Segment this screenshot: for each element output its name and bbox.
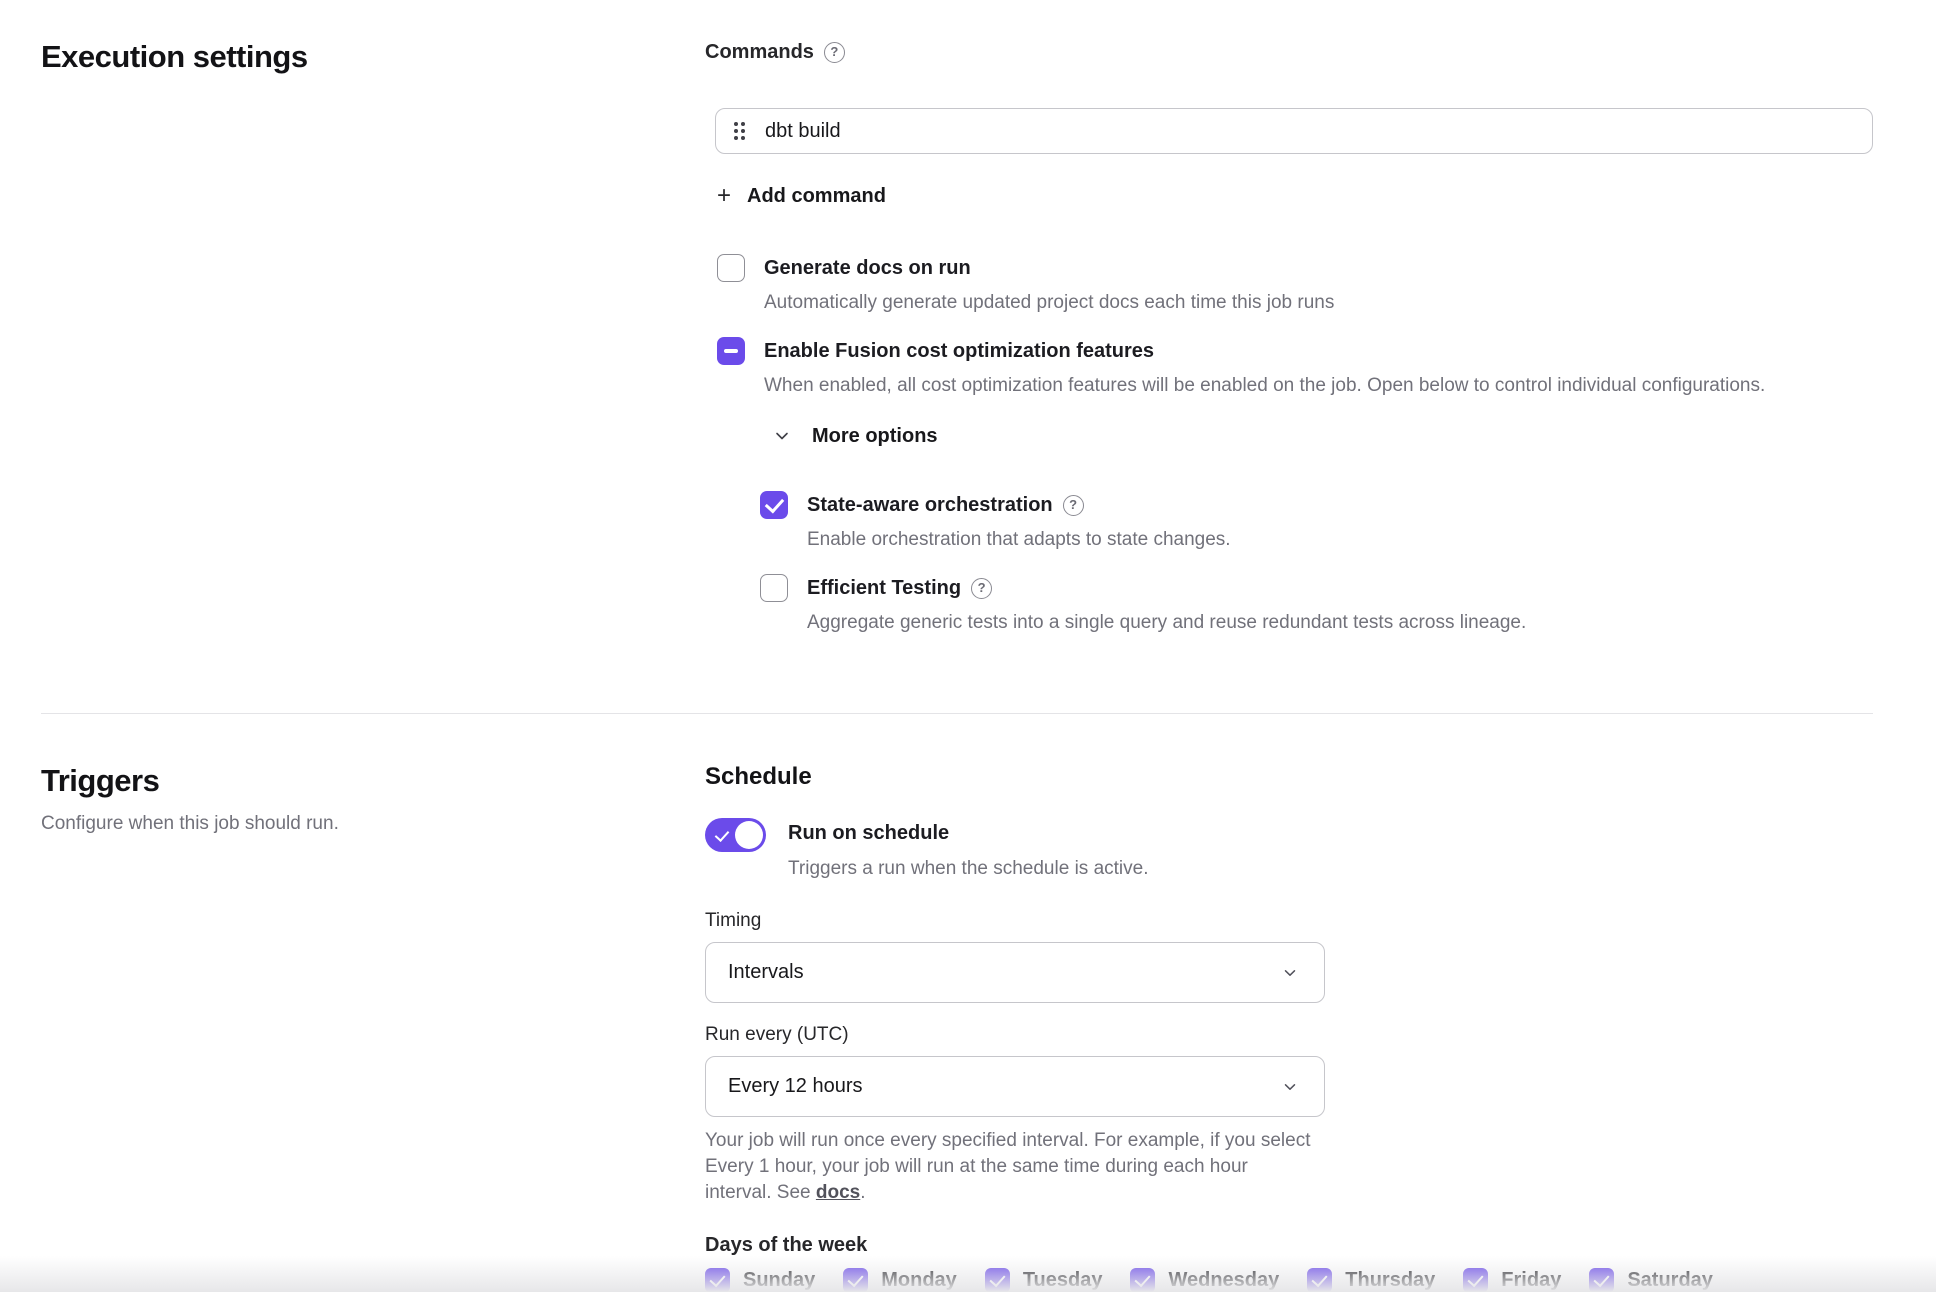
triggers-content: Schedule Run on schedule Triggers a run … [705,762,1873,1292]
section-divider [41,713,1873,714]
day-item-tuesday: Tuesday [985,1268,1103,1292]
fusion-cost-label[interactable]: Enable Fusion cost optimization features [764,337,1154,365]
day-item-monday: Monday [843,1268,957,1292]
docs-link[interactable]: docs [816,1182,860,1203]
more-options-list: State-aware orchestration Enable orchest… [760,491,1873,635]
sunday-label[interactable]: Sunday [743,1269,815,1292]
add-command-label: Add command [747,182,886,210]
state-aware-label[interactable]: State-aware orchestration [807,491,1053,519]
triggers-section: Triggers Configure when this job should … [41,762,1873,1292]
fusion-sub-options: More options State-aware orchestration [760,422,1873,635]
run-every-select[interactable]: Every 12 hours [705,1056,1325,1117]
run-on-schedule-toggle[interactable] [705,818,766,852]
day-item-friday: Friday [1463,1268,1561,1292]
option-state-aware: State-aware orchestration Enable orchest… [760,491,1873,552]
run-every-label: Run every (UTC) [705,1023,1873,1047]
wednesday-checkbox[interactable] [1130,1268,1155,1292]
friday-label[interactable]: Friday [1501,1269,1561,1292]
timing-select[interactable]: Intervals [705,942,1325,1003]
help-icon[interactable] [1063,495,1084,516]
triggers-left: Triggers Configure when this job should … [41,762,705,1292]
timing-value: Intervals [728,961,804,984]
help-icon[interactable] [971,578,992,599]
more-options-expander[interactable]: More options [760,422,1873,450]
generate-docs-checkbox[interactable] [717,254,745,282]
tuesday-checkbox[interactable] [985,1268,1010,1292]
days-of-week-row: Sunday Monday Tuesday Wednesday Thursday [705,1268,1873,1292]
chevron-down-icon [773,427,791,445]
plus-icon [717,184,731,208]
day-item-saturday: Saturday [1589,1268,1713,1292]
state-aware-checkbox[interactable] [760,491,788,519]
run-on-schedule-label[interactable]: Run on schedule [788,818,1148,848]
execution-options-list: Generate docs on run Automatically gener… [705,254,1873,635]
schedule-heading: Schedule [705,762,1873,792]
thursday-label[interactable]: Thursday [1345,1269,1435,1292]
fusion-cost-checkbox[interactable] [717,337,745,365]
friday-checkbox[interactable] [1463,1268,1488,1292]
option-fusion-cost: Enable Fusion cost optimization features… [717,337,1873,398]
run-every-value: Every 12 hours [728,1075,863,1098]
state-aware-description: Enable orchestration that adapts to stat… [807,528,1873,552]
day-item-thursday: Thursday [1307,1268,1435,1292]
efficient-testing-description: Aggregate generic tests into a single qu… [807,611,1873,635]
execution-settings-content: Commands dbt build Add command Generate … [705,38,1873,657]
drag-handle-icon[interactable] [734,122,745,140]
commands-label-row: Commands [705,38,1873,66]
fusion-cost-description: When enabled, all cost optimization feat… [764,374,1873,398]
run-on-schedule-row: Run on schedule Triggers a run when the … [705,818,1873,881]
timing-label: Timing [705,909,1873,933]
days-of-week-label: Days of the week [705,1232,1873,1258]
command-value[interactable]: dbt build [765,120,841,143]
sunday-checkbox[interactable] [705,1268,730,1292]
add-command-button[interactable]: Add command [717,182,1873,210]
thursday-checkbox[interactable] [1307,1268,1332,1292]
interval-help-text: Your job will run once every specified i… [705,1128,1315,1206]
monday-checkbox[interactable] [843,1268,868,1292]
efficient-testing-checkbox[interactable] [760,574,788,602]
day-item-wednesday: Wednesday [1130,1268,1279,1292]
execution-settings-section: Execution settings Commands dbt build Ad… [41,38,1873,657]
option-generate-docs: Generate docs on run Automatically gener… [717,254,1873,315]
saturday-label[interactable]: Saturday [1627,1269,1713,1292]
help-icon[interactable] [824,42,845,63]
triggers-title: Triggers [41,762,705,800]
toggle-knob [735,821,763,849]
more-options-label: More options [812,422,938,450]
chevron-down-icon [1282,1079,1298,1095]
monday-label[interactable]: Monday [881,1269,957,1292]
triggers-subtitle: Configure when this job should run. [41,812,705,836]
tuesday-label[interactable]: Tuesday [1023,1269,1103,1292]
timing-group: Timing Intervals [705,909,1873,1003]
commands-label: Commands [705,38,814,66]
option-efficient-testing: Efficient Testing Aggregate generic test… [760,574,1873,635]
efficient-testing-label[interactable]: Efficient Testing [807,574,961,602]
command-input[interactable]: dbt build [715,108,1873,154]
run-every-group: Run every (UTC) Every 12 hours [705,1023,1873,1117]
wednesday-label[interactable]: Wednesday [1168,1269,1279,1292]
day-item-sunday: Sunday [705,1268,815,1292]
job-settings-page: Execution settings Commands dbt build Ad… [0,0,1936,1292]
generate-docs-description: Automatically generate updated project d… [764,291,1873,315]
execution-settings-title: Execution settings [41,38,705,76]
saturday-checkbox[interactable] [1589,1268,1614,1292]
generate-docs-label[interactable]: Generate docs on run [764,254,971,282]
run-on-schedule-description: Triggers a run when the schedule is acti… [788,857,1148,881]
execution-settings-left: Execution settings [41,38,705,657]
chevron-down-icon [1282,965,1298,981]
